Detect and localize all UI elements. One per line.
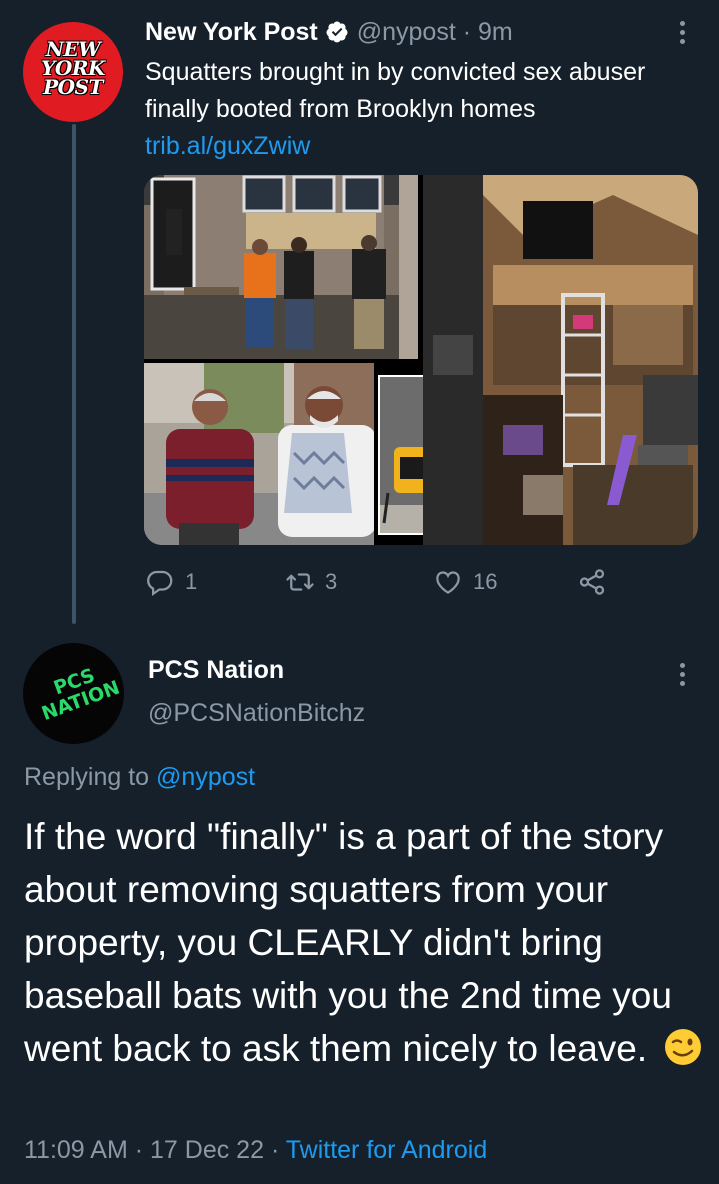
reply-count: 1	[185, 569, 198, 594]
thread-connector-line	[72, 124, 76, 624]
photo-boarding-up-house-image	[144, 175, 418, 359]
tweet-time-ago[interactable]: 9m	[478, 18, 513, 47]
tweet-text: Squatters brought in by convicted sex ab…	[145, 54, 705, 165]
share-icon	[579, 569, 605, 595]
reply-date[interactable]: 17 Dec 22	[150, 1136, 264, 1164]
pcsnation-avatar[interactable]: PCS NATION	[23, 643, 124, 744]
tweet-body: Squatters brought in by convicted sex ab…	[145, 58, 646, 123]
author-handle[interactable]: @nypost	[357, 18, 456, 47]
retweet-count: 3	[325, 569, 338, 594]
more-options-icon[interactable]	[672, 14, 692, 50]
reply-metadata: 11:09 AM · 17 Dec 22 · Twitter for Andro…	[24, 1136, 487, 1165]
meta-separator: ·	[134, 1136, 144, 1164]
photo-cluttered-room[interactable]	[423, 175, 698, 545]
reply-body-text: If the word "finally" is a part of the s…	[24, 816, 672, 1069]
tweet-actions-bar: 1 3 16	[145, 562, 615, 602]
pcsnation-logo: PCS NATION	[39, 664, 123, 725]
replying-to-line: Replying to @nypost	[24, 763, 255, 792]
reply-more-options-icon[interactable]	[672, 656, 692, 692]
like-count: 16	[473, 569, 498, 594]
separator: ·	[462, 17, 472, 46]
replying-to-label: Replying to	[24, 763, 150, 791]
replying-to-mention[interactable]: @nypost	[156, 763, 255, 791]
photo-two-homeowners-image	[144, 363, 374, 545]
tweet-header: New York Post @nypost · 9m	[145, 14, 513, 50]
like-icon	[436, 571, 460, 594]
verified-badge-icon	[326, 21, 348, 43]
retweet-icon	[286, 573, 314, 591]
reply-action[interactable]: 1	[145, 562, 197, 602]
wink-emoji-icon	[665, 1029, 702, 1065]
reply-author-name[interactable]: PCS Nation	[148, 656, 284, 685]
nypost-avatar[interactable]: NEW YORK POST	[23, 22, 123, 122]
photo-boarding-up-house[interactable]	[144, 175, 418, 359]
reply-text: If the word "finally" is a part of the s…	[24, 810, 704, 1075]
tweet-detail-page: NEW YORK POST New York Post @nypost · 9m…	[0, 0, 719, 1184]
retweet-action[interactable]: 3	[285, 562, 337, 602]
meta-separator: ·	[270, 1136, 280, 1164]
tweet-link[interactable]: trib.al/guxZwiw	[145, 128, 705, 165]
tweet-media-grid[interactable]	[144, 175, 698, 545]
nypost-logo: NEW YORK POST	[41, 37, 105, 99]
photo-cluttered-room-image	[423, 175, 698, 545]
share-action[interactable]	[577, 562, 617, 602]
reply-author-handle[interactable]: @PCSNationBitchz	[148, 699, 365, 728]
reply-time[interactable]: 11:09 AM	[24, 1136, 128, 1164]
reply-source[interactable]: Twitter for Android	[286, 1136, 487, 1164]
photo-two-homeowners[interactable]	[144, 363, 374, 545]
author-name[interactable]: New York Post	[145, 18, 318, 47]
like-action[interactable]: 16	[433, 562, 497, 602]
reply-icon	[147, 570, 173, 597]
